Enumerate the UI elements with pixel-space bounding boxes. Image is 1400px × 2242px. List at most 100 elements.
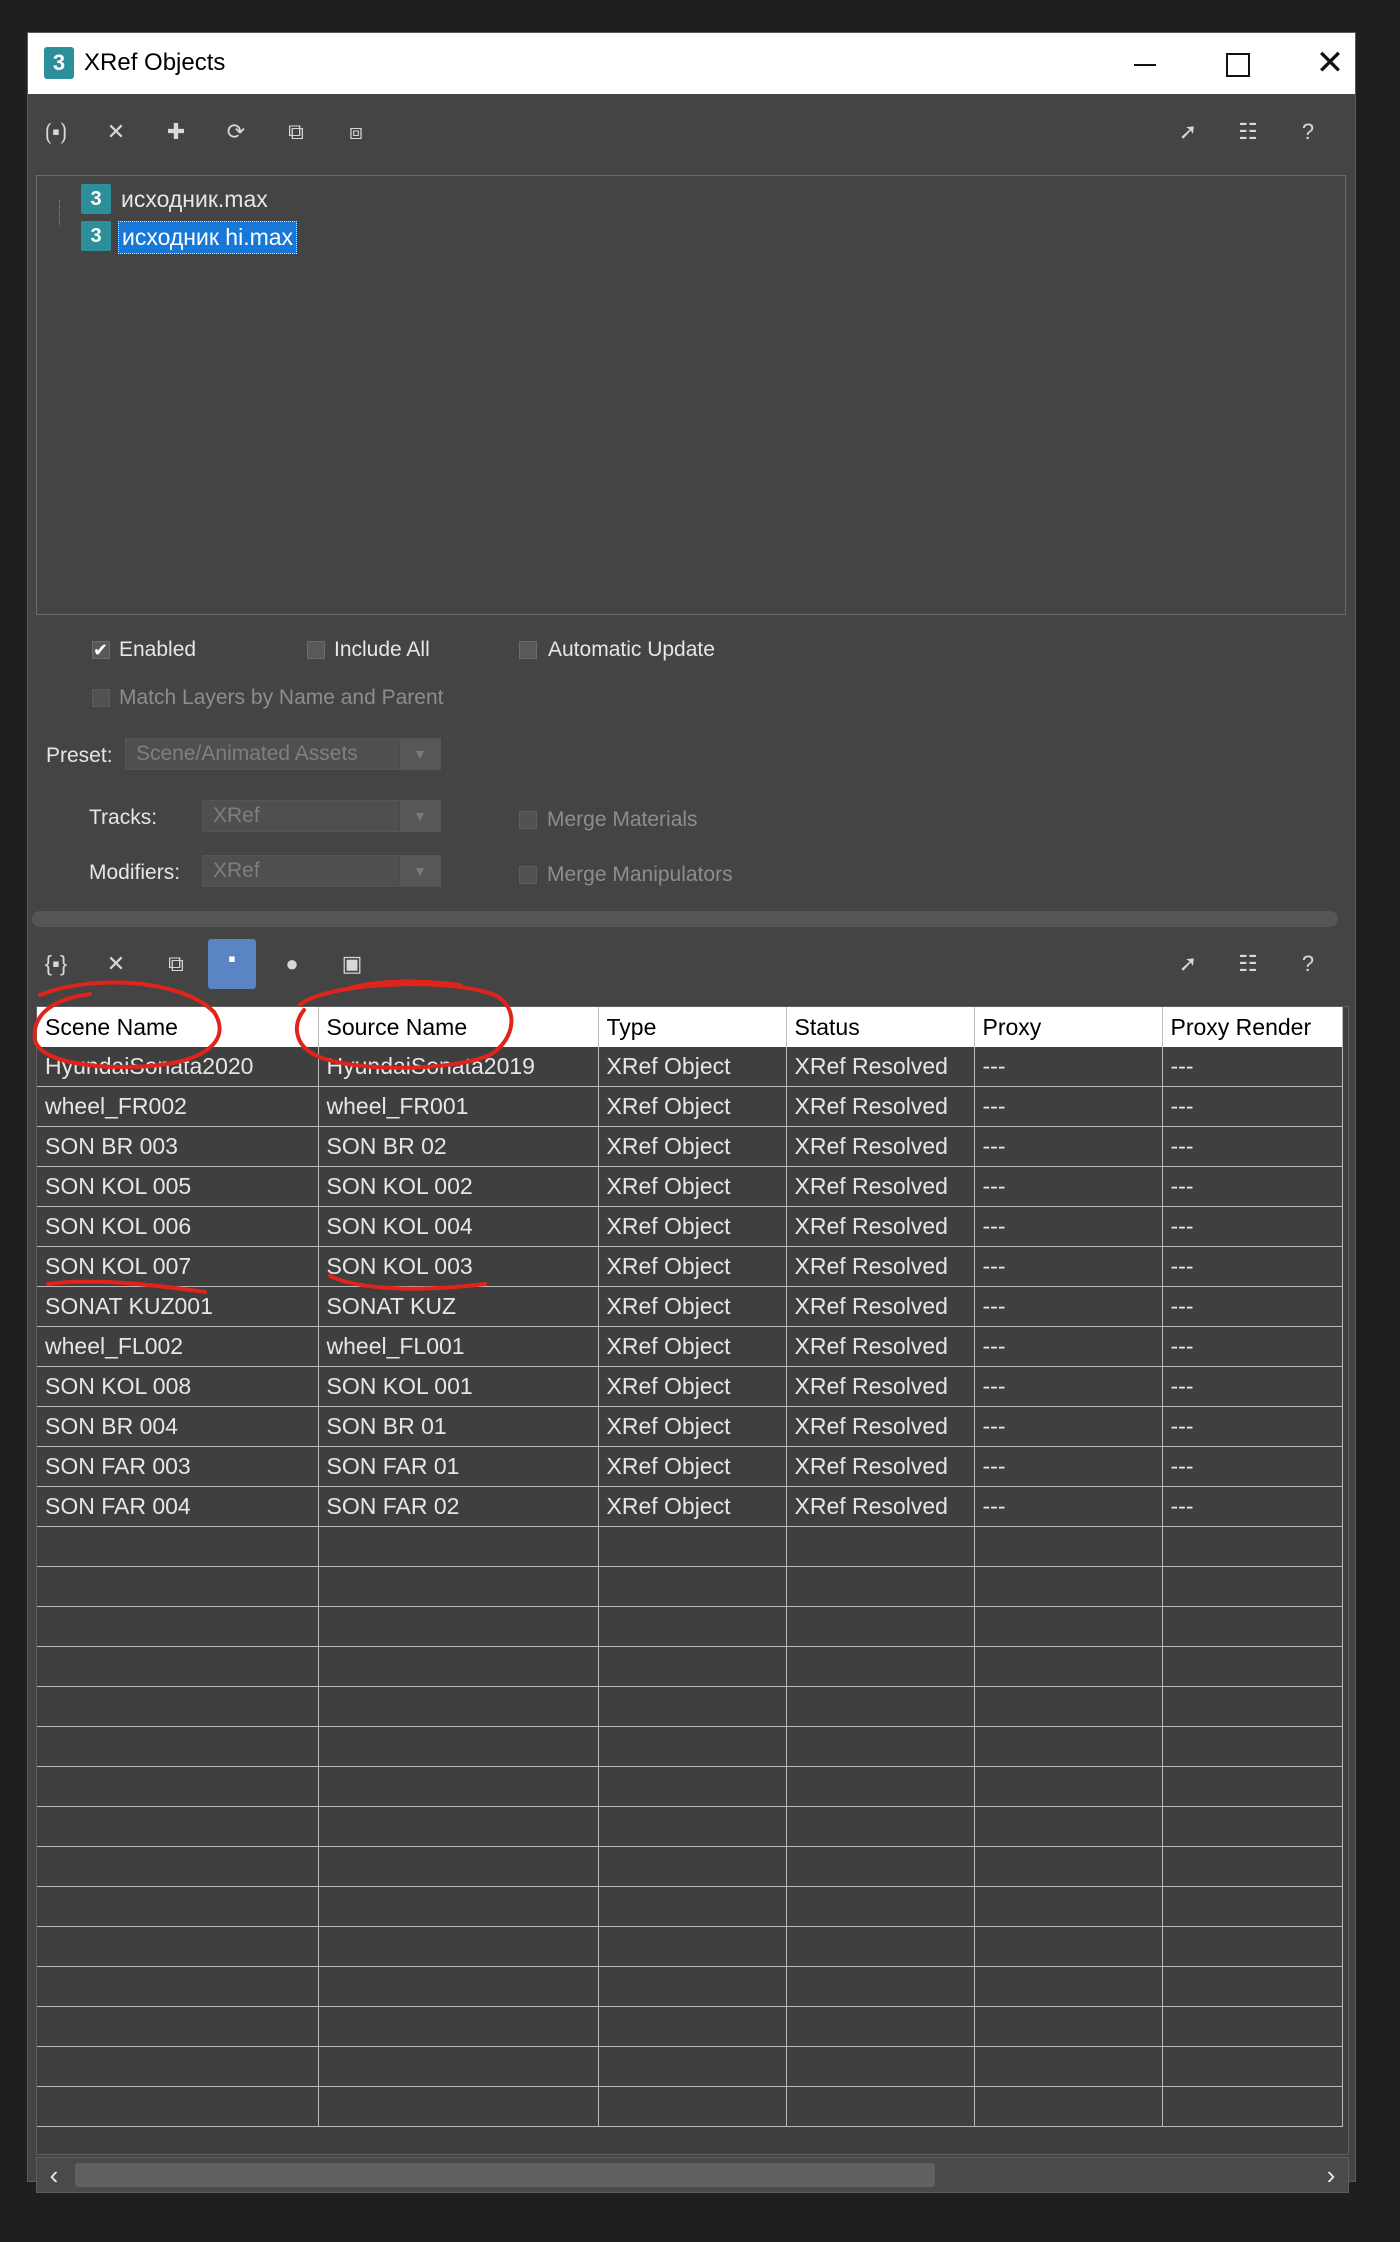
remove-icon[interactable]: ✕ (96, 112, 136, 152)
file-toolbar: ⟮▪⟯ ✕ ✚ ⟳ ⧉ ⧈ ➚ ☷ ? (28, 104, 1355, 160)
table-cell: XRef Object (598, 1206, 787, 1247)
remove-icon[interactable]: ✕ (96, 944, 136, 984)
table-cell: --- (1162, 1166, 1343, 1207)
xref-file-tree[interactable]: 3 исходник.max 3 исходник hi.max (36, 175, 1346, 615)
table-row[interactable]: HyundaiSonata2020 HyundaiSonata2019 XRef O… (37, 1047, 1343, 1087)
scrollbar-thumb[interactable] (75, 2163, 935, 2187)
empty-cell (318, 1806, 599, 1847)
column-header[interactable]: Source Name (318, 1007, 599, 1047)
dot-icon[interactable]: ● (272, 944, 312, 984)
table-cell: HyundaiSonata2020 (37, 1047, 319, 1087)
table-cell: XRef Resolved (786, 1446, 975, 1487)
match-layers-checkbox[interactable] (92, 689, 110, 707)
empty-cell (598, 1806, 787, 1847)
empty-cell (1162, 1526, 1343, 1567)
empty-cell (974, 2086, 1163, 2127)
table-row[interactable]: SON KOL 005 SON KOL 002 XRef Object XRef Re… (37, 1166, 1343, 1207)
tracks-label: Tracks: (89, 806, 158, 829)
empty-cell (786, 1926, 975, 1967)
filter-objects-icon[interactable]: ▪ (208, 939, 256, 989)
preset-label: Preset: (46, 744, 113, 767)
empty-cell (318, 1726, 599, 1767)
empty-cell (37, 2006, 319, 2047)
tracks-dropdown[interactable]: XRef ▼ (202, 800, 441, 832)
table-row[interactable]: SON KOL 006 SON KOL 004 XRef Object XRef Re… (37, 1206, 1343, 1247)
select-icon[interactable]: ➚ (1168, 112, 1208, 152)
table-row[interactable]: SON KOL 008 SON KOL 001 XRef Object XRef Re… (37, 1366, 1343, 1407)
table-cell: SON KOL 007 (37, 1246, 319, 1287)
empty-cell (974, 1526, 1163, 1567)
tree-item-label: исходник.max (121, 186, 268, 212)
table-cell: SONAT KUZ001 (37, 1286, 319, 1327)
empty-cell (974, 1566, 1163, 1607)
empty-table-row (37, 1806, 1343, 1847)
minimize-button[interactable] (1099, 33, 1191, 94)
chevron-down-icon: ▼ (399, 739, 440, 769)
table-body: HyundaiSonata2020 HyundaiSonata2019 XRef O… (37, 1047, 1343, 2127)
xref-entities-table[interactable]: Scene Name Source Name Type Status Proxy Prox… (36, 1006, 1349, 2155)
modifiers-dropdown[interactable]: XRef ▼ (202, 855, 441, 887)
merge-icon[interactable]: ⧉ (156, 944, 196, 984)
table-cell: SON KOL 004 (318, 1206, 599, 1247)
help-icon[interactable]: ? (1288, 112, 1328, 152)
xref-file-icon[interactable]: ⟮▪⟯ (36, 112, 76, 152)
table-cell: --- (974, 1086, 1163, 1127)
horizontal-scrollbar[interactable]: ‹ › (36, 2157, 1349, 2193)
empty-table-row (37, 2046, 1343, 2087)
table-cell: XRef Object (598, 1366, 787, 1407)
column-header[interactable]: Scene Name (37, 1007, 319, 1047)
add-icon[interactable]: ✚ (156, 112, 196, 152)
select-icon[interactable]: ➚ (1168, 944, 1208, 984)
close-button[interactable]: ✕ (1284, 33, 1376, 94)
tree-item-label: исходник hi.max (118, 221, 298, 254)
empty-cell (318, 1966, 599, 2007)
table-cell: XRef Resolved (786, 1166, 975, 1207)
scroll-right-icon[interactable]: › (1314, 2158, 1348, 2192)
empty-cell (598, 1886, 787, 1927)
table-cell: SON BR 003 (37, 1126, 319, 1167)
maximize-button[interactable] (1192, 33, 1284, 94)
table-row[interactable]: SONAT KUZ001 SONAT KUZ XRef Object XRef Res… (37, 1286, 1343, 1327)
empty-cell (974, 1766, 1163, 1807)
empty-table-row (37, 1886, 1343, 1927)
table-cell: --- (1162, 1246, 1343, 1287)
tracks-value: XRef (213, 804, 260, 827)
automatic-update-checkbox[interactable] (519, 641, 537, 659)
column-header[interactable]: Status (786, 1007, 975, 1047)
empty-cell (37, 1686, 319, 1727)
empty-cell (37, 2086, 319, 2127)
scroll-left-icon[interactable]: ‹ (37, 2158, 71, 2192)
convert-icon[interactable]: ⧈ (336, 112, 376, 152)
preset-value: Scene/Animated Assets (136, 742, 358, 765)
table-row[interactable]: SON FAR 003 SON FAR 01 XRef Object XRef Res… (37, 1446, 1343, 1487)
preset-dropdown[interactable]: Scene/Animated Assets ▼ (125, 738, 441, 770)
table-row[interactable]: SON BR 004 SON BR 01 XRef Object XRef Resol… (37, 1406, 1343, 1447)
image-icon[interactable]: ▣ (332, 944, 372, 984)
column-header[interactable]: Proxy (974, 1007, 1163, 1047)
select-in-list-icon[interactable]: ☷ (1228, 112, 1268, 152)
empty-cell (974, 1646, 1163, 1687)
title-bar[interactable]: 3 XRef Objects ✕ (28, 33, 1355, 94)
table-cell: --- (1162, 1486, 1343, 1527)
column-header[interactable]: Proxy Render (1162, 1007, 1343, 1047)
xref-entity-icon[interactable]: {▪} (36, 944, 76, 984)
table-row[interactable]: wheel_FR002 wheel_FR001 XRef Object XRef Re… (37, 1086, 1343, 1127)
table-row[interactable]: SON FAR 004 SON FAR 02 XRef Object XRef Res… (37, 1486, 1343, 1527)
merge-manipulators-checkbox[interactable] (519, 866, 537, 884)
select-in-list-icon[interactable]: ☷ (1228, 944, 1268, 984)
empty-table-row (37, 2006, 1343, 2047)
column-header[interactable]: Type (598, 1007, 787, 1047)
empty-cell (598, 1526, 787, 1567)
merge-materials-checkbox[interactable] (519, 811, 537, 829)
panel-splitter[interactable] (32, 911, 1338, 927)
include-all-checkbox[interactable] (307, 641, 325, 659)
help-icon[interactable]: ? (1288, 944, 1328, 984)
table-row[interactable]: wheel_FL002 wheel_FL001 XRef Object XRef Re… (37, 1326, 1343, 1367)
refresh-icon[interactable]: ⟳ (216, 112, 256, 152)
table-row[interactable]: SON KOL 007 SON KOL 003 XRef Object XRef Re… (37, 1246, 1343, 1287)
table-row[interactable]: SON BR 003 SON BR 02 XRef Object XRef Resol… (37, 1126, 1343, 1167)
table-cell: --- (1162, 1446, 1343, 1487)
empty-cell (1162, 1806, 1343, 1847)
empty-cell (974, 1726, 1163, 1767)
merge-icon[interactable]: ⧉ (276, 112, 316, 152)
